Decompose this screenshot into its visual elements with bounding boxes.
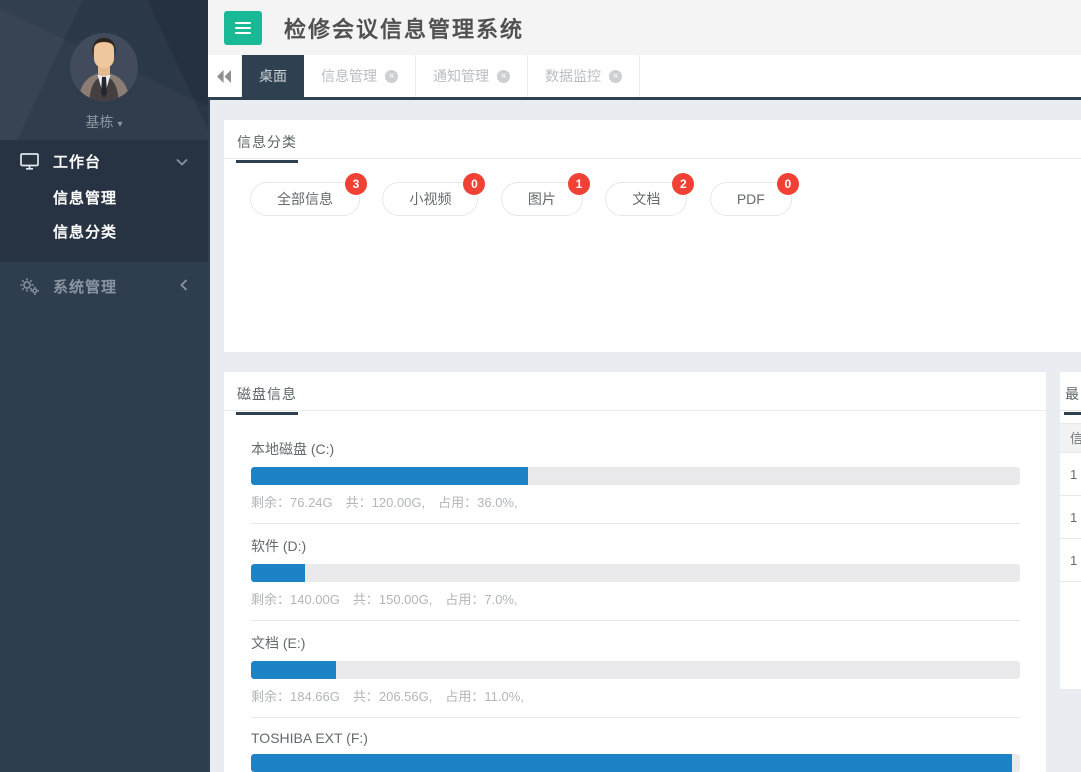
content-area: 信息分类 全部信息 3 小视频 0 xyxy=(208,100,1081,772)
count-badge: 0 xyxy=(777,173,799,195)
disk-usage-fill xyxy=(251,564,305,582)
tab-label: 数据监控 xyxy=(545,66,601,86)
panel-header: 最 xyxy=(1060,372,1081,411)
disk-name: 软件 (D:) xyxy=(251,536,1020,556)
sidebar-item-workbench[interactable]: 工作台 xyxy=(0,140,208,182)
disk-entry: 文档 (E:) 剩余：184.66G 共：206.56G, 占用：11.0%, xyxy=(251,621,1020,718)
disk-entry: 软件 (D:) 剩余：140.00G 共：150.00G, 占用：7.0%, xyxy=(251,524,1020,621)
panel-header: 信息分类 xyxy=(224,120,1081,159)
tab[interactable]: 通知管理 × xyxy=(416,55,528,97)
count-badge: 2 xyxy=(672,173,694,195)
count-badge: 0 xyxy=(463,173,485,195)
panel-header: 磁盘信息 xyxy=(224,372,1046,411)
avatar xyxy=(70,33,138,101)
disk-usage-bar xyxy=(251,467,1020,485)
category-pill-button[interactable]: 小视频 0 xyxy=(382,182,478,216)
panel-latest-info: 最 信 1 1 1 xyxy=(1060,372,1081,689)
disk-name: TOSHIBA EXT (F:) xyxy=(251,730,1020,746)
tab-close-icon[interactable]: × xyxy=(385,70,398,83)
submenu-workbench: 信息管理 信息分类 xyxy=(0,182,208,250)
disk-stats: 剩余：184.66G 共：206.56G, 占用：11.0%, xyxy=(251,686,1020,718)
tab-close-icon[interactable]: × xyxy=(497,70,510,83)
category-pill-button[interactable]: PDF 0 xyxy=(710,182,792,216)
sidebar-item-system[interactable]: 系统管理 xyxy=(0,262,208,310)
count-badge: 1 xyxy=(568,173,590,195)
caret-down-icon: ▾ xyxy=(117,119,122,130)
table-row[interactable]: 1 xyxy=(1060,496,1081,539)
panel-disk-info: 磁盘信息 本地磁盘 (C:) 剩余：76.24G 共：120.00G, 占用：3… xyxy=(224,372,1046,772)
disk-stats: 剩余：76.24G 共：120.00G, 占用：36.0%, xyxy=(251,492,1020,524)
category-pill-label: 全部信息 xyxy=(277,191,333,207)
profile-section: 基栋 ▾ xyxy=(0,0,208,140)
count-badge: 3 xyxy=(345,173,367,195)
tab-label: 通知管理 xyxy=(433,66,489,86)
disk-list: 本地磁盘 (C:) 剩余：76.24G 共：120.00G, 占用：36.0%,… xyxy=(224,411,1046,772)
category-pill-list: 全部信息 3 小视频 0 图片 1 xyxy=(224,159,1081,239)
double-left-arrow-icon xyxy=(217,70,232,83)
topbar: 检修会议信息管理系统 xyxy=(208,0,1081,55)
disk-usage-fill xyxy=(251,754,1012,772)
category-pill-button[interactable]: 全部信息 3 xyxy=(250,182,360,216)
category-pill-label: 小视频 xyxy=(409,191,451,207)
tab-bar: 桌面 信息管理 × 通知管理 × 数据监控 × xyxy=(208,55,1081,100)
sidebar-toggle-button[interactable] xyxy=(224,11,262,45)
disk-name: 本地磁盘 (C:) xyxy=(251,439,1020,459)
disk-usage-fill xyxy=(251,661,336,679)
tabs-scroll-left-button[interactable] xyxy=(208,55,242,97)
category-pill-label: PDF xyxy=(737,191,765,207)
tab[interactable]: 信息管理 × xyxy=(304,55,416,97)
sidebar-nav: 工作台 信息管理 信息分类 xyxy=(0,140,208,310)
table-row[interactable]: 1 xyxy=(1060,539,1081,582)
app-window: 基栋 ▾ 工作台 信息管理 信息分类 xyxy=(0,0,1081,772)
tab[interactable]: 数据监控 × xyxy=(528,55,640,97)
disk-usage-fill xyxy=(251,467,528,485)
disk-entry: 本地磁盘 (C:) 剩余：76.24G 共：120.00G, 占用：36.0%, xyxy=(251,427,1020,524)
username-label: 基栋 xyxy=(85,114,113,130)
hamburger-icon xyxy=(235,22,251,24)
panel-title: 磁盘信息 xyxy=(236,372,298,415)
avatar-person-illustration xyxy=(70,33,138,101)
disk-usage-bar xyxy=(251,661,1020,679)
monitor-icon xyxy=(20,153,39,170)
nav-group-workbench: 工作台 信息管理 信息分类 xyxy=(0,140,208,262)
tab[interactable]: 桌面 xyxy=(242,55,304,97)
sidebar: 基栋 ▾ 工作台 信息管理 信息分类 xyxy=(0,0,208,772)
page-title: 检修会议信息管理系统 xyxy=(284,12,524,44)
latest-table: 信 1 1 1 xyxy=(1060,411,1081,582)
panel-row: 磁盘信息 本地磁盘 (C:) 剩余：76.24G 共：120.00G, 占用：3… xyxy=(224,372,1081,772)
disk-usage-bar xyxy=(251,564,1020,582)
user-dropdown[interactable]: 基栋 ▾ xyxy=(85,112,122,132)
table-row[interactable]: 1 xyxy=(1060,453,1081,496)
chevron-left-icon xyxy=(180,278,188,295)
panel-title: 信息分类 xyxy=(236,120,298,163)
sidebar-item-label: 系统管理 xyxy=(53,276,180,297)
tab-close-icon[interactable]: × xyxy=(609,70,622,83)
disk-usage-bar xyxy=(251,754,1020,772)
table-header-cell: 信 xyxy=(1060,423,1081,453)
main-area: 检修会议信息管理系统 桌面 信息管理 × 通知管理 xyxy=(208,0,1081,772)
submenu-item[interactable]: 信息分类 xyxy=(0,216,208,250)
disk-name: 文档 (E:) xyxy=(251,633,1020,653)
category-pill-label: 文档 xyxy=(632,191,660,207)
disk-stats: 剩余：140.00G 共：150.00G, 占用：7.0%, xyxy=(251,589,1020,621)
category-pill-button[interactable]: 文档 2 xyxy=(605,182,687,216)
sidebar-item-label: 工作台 xyxy=(53,151,176,172)
chevron-down-icon xyxy=(176,153,188,170)
category-pill-label: 图片 xyxy=(528,191,556,207)
gears-icon xyxy=(20,277,39,295)
tab-label: 桌面 xyxy=(259,66,287,86)
tab-label: 信息管理 xyxy=(321,66,377,86)
category-pill-button[interactable]: 图片 1 xyxy=(501,182,583,216)
panel-info-category: 信息分类 全部信息 3 小视频 0 xyxy=(224,120,1081,352)
disk-entry: TOSHIBA EXT (F:) 剩余：20.45G 共：1863.01G, 占… xyxy=(251,718,1020,772)
submenu-item[interactable]: 信息管理 xyxy=(0,182,208,216)
panel-title: 最 xyxy=(1064,372,1081,415)
